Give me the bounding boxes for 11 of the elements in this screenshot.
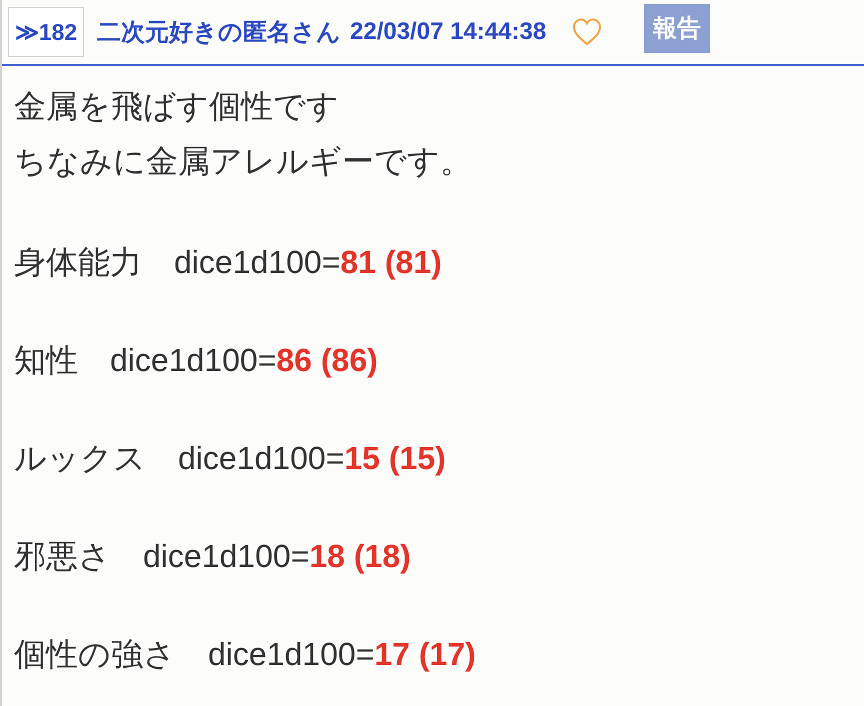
reply-number-link[interactable]: ≫182 — [8, 7, 84, 57]
post-date: 22/03/07 14:44:38 — [350, 18, 546, 46]
dice-roll-line: 邪悪さ dice1d100=18 (18) — [14, 537, 412, 576]
author-name: 二次元好きの匿名さん — [97, 18, 341, 48]
dice-roll-line: ルックス dice1d100=15 (15) — [14, 439, 447, 478]
post-text: ちなみに金属アレルギーです。 — [14, 142, 473, 181]
dice-roll-line: 知性 dice1d100=86 (86) — [14, 341, 379, 380]
dice-roll-line: 身体能力 dice1d100=81 (81) — [14, 243, 443, 282]
dice-roll-line: 個性の強さ dice1d100=17 (17) — [14, 635, 477, 674]
heart-icon[interactable] — [572, 18, 602, 46]
post-text: 金属を飛ばす個性です — [14, 87, 340, 126]
